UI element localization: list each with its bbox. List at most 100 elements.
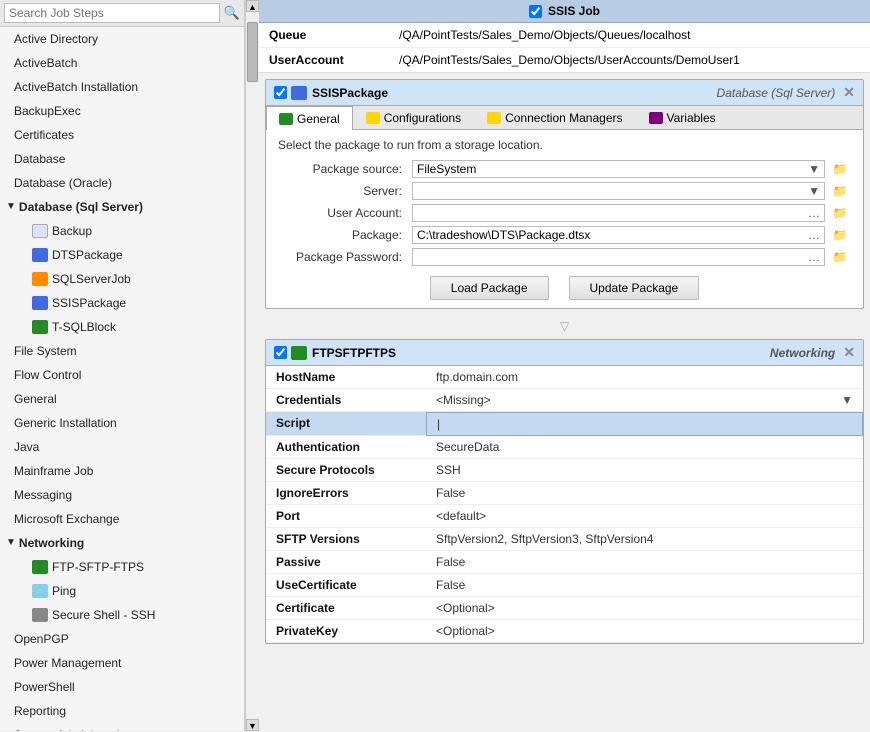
sql-icon <box>32 272 48 286</box>
sidebar-item-label: Database (Sql Server) <box>19 198 143 216</box>
sidebar-item-database-oracle[interactable]: Database (Oracle) <box>0 171 244 195</box>
scroll-down-button[interactable]: ▼ <box>246 719 259 731</box>
sidebar-item-powershell[interactable]: PowerShell <box>0 675 244 699</box>
package-folder[interactable]: 📁 <box>829 228 851 242</box>
package-password-dots-icon: … <box>808 250 820 264</box>
sidebar-item-ping[interactable]: Ping <box>0 579 244 603</box>
sidebar-item-label: General <box>14 390 57 408</box>
ftps-certificate-value: <Optional> <box>426 597 863 620</box>
server-label: Server: <box>278 184 408 198</box>
sidebar-item-system-administration[interactable]: System Administration <box>0 723 244 731</box>
package-source-folder[interactable]: 📁 <box>829 162 851 176</box>
sidebar-item-java[interactable]: Java <box>0 435 244 459</box>
server-dropdown-icon: ▼ <box>808 184 820 198</box>
ssis-package-checkbox[interactable] <box>274 86 287 99</box>
sidebar-item-label: System Administration <box>14 726 133 731</box>
sidebar-item-reporting[interactable]: Reporting <box>0 699 244 723</box>
tsql-icon <box>32 320 48 334</box>
user-account-folder[interactable]: 📁 <box>829 206 851 220</box>
script-cursor: | <box>437 417 440 431</box>
ftps-secure-protocols-label: Secure Protocols <box>266 459 426 482</box>
sidebar-item-label: File System <box>14 342 77 360</box>
sidebar-item-general[interactable]: General <box>0 387 244 411</box>
sidebar-item-ssis[interactable]: SSISPackage <box>0 291 244 315</box>
ssis-close-icon[interactable]: ✕ <box>843 84 855 101</box>
sidebar-item-label: Secure Shell - SSH <box>52 606 155 624</box>
sidebar-item-tsqlblock[interactable]: T-SQLBlock <box>0 315 244 339</box>
package-password-folder[interactable]: 📁 <box>829 250 851 264</box>
tab-connection-managers[interactable]: Connection Managers <box>474 106 635 129</box>
main-header: SSIS Job <box>259 0 870 23</box>
sidebar-item-label: OpenPGP <box>14 630 69 648</box>
sidebar-item-database-sqlserver[interactable]: ▼ Database (Sql Server) <box>0 195 244 219</box>
user-account-dots-icon: … <box>808 206 820 220</box>
sidebar-scrollbar[interactable]: ▲ ▼ <box>245 0 259 731</box>
sidebar-item-label: Power Management <box>14 654 121 672</box>
package-value: C:\tradeshow\DTS\Package.dtsx <box>417 228 808 242</box>
ftps-ignoreerrors-value: False <box>426 482 863 505</box>
expand-icon: ▽ <box>259 315 870 337</box>
tab-configurations[interactable]: Configurations <box>353 106 474 129</box>
ftps-privatekey-label: PrivateKey <box>266 620 426 643</box>
search-icon[interactable]: 🔍 <box>224 5 240 21</box>
sidebar-item-backup[interactable]: Backup <box>0 219 244 243</box>
package-source-input[interactable]: FileSystem ▼ <box>412 160 825 178</box>
ssis-icon <box>32 296 48 310</box>
sidebar-item-messaging[interactable]: Messaging <box>0 483 244 507</box>
sidebar-item-label: Microsoft Exchange <box>14 510 119 528</box>
ftps-passive-label: Passive <box>266 551 426 574</box>
sidebar-item-microsoft-exchange[interactable]: Microsoft Exchange <box>0 507 244 531</box>
dropdown-arrow-icon: ▼ <box>808 162 820 176</box>
update-package-button[interactable]: Update Package <box>569 276 700 300</box>
sidebar-item-backupexec[interactable]: BackupExec <box>0 99 244 123</box>
sidebar-item-secure-shell-ssh[interactable]: Secure Shell - SSH <box>0 603 244 627</box>
server-input[interactable]: ▼ <box>412 182 825 200</box>
sidebar-item-openpgp[interactable]: OpenPGP <box>0 627 244 651</box>
sidebar-item-certificates[interactable]: Certificates <box>0 123 244 147</box>
ftps-box: FTPSFTPFTPS Networking ✕ HostName ftp.do… <box>265 339 864 644</box>
sidebar-item-file-system[interactable]: File System <box>0 339 244 363</box>
sidebar-item-generic-installation[interactable]: Generic Installation <box>0 411 244 435</box>
sidebar-item-activebatch-installation[interactable]: ActiveBatch Installation <box>0 75 244 99</box>
ftps-credentials-value[interactable]: <Missing> ▼ <box>426 389 863 412</box>
sidebar-item-flow-control[interactable]: Flow Control <box>0 363 244 387</box>
scroll-up-button[interactable]: ▲ <box>246 0 259 12</box>
tab-variables[interactable]: Variables <box>636 106 729 129</box>
sidebar-item-ftp-sftp-ftps[interactable]: FTP-SFTP-FTPS <box>0 555 244 579</box>
sidebar-item-mainframe-job[interactable]: Mainframe Job <box>0 459 244 483</box>
ftps-script-value[interactable]: | <box>426 412 863 436</box>
sidebar-list: Active Directory ActiveBatch ActiveBatch… <box>0 27 244 731</box>
sidebar-item-database[interactable]: Database <box>0 147 244 171</box>
sidebar-item-networking[interactable]: ▼ Networking <box>0 531 244 555</box>
sidebar-item-label: Flow Control <box>14 366 81 384</box>
expand-arrow-icon: ▼ <box>6 534 16 552</box>
sidebar-item-dtspackage[interactable]: DTSPackage <box>0 243 244 267</box>
tab-configurations-icon <box>366 112 380 124</box>
sidebar-item-active-directory[interactable]: Active Directory <box>0 27 244 51</box>
package-password-input[interactable]: … <box>412 248 825 266</box>
tab-connection-managers-icon <box>487 112 501 124</box>
sidebar-item-label: Networking <box>19 534 84 552</box>
load-package-button[interactable]: Load Package <box>430 276 549 300</box>
ftps-port-value: <default> <box>426 505 863 528</box>
ftps-checkbox[interactable] <box>274 346 287 359</box>
package-folder-icon: 📁 <box>833 228 848 242</box>
sidebar-item-sqlserverjob[interactable]: SQLServerJob <box>0 267 244 291</box>
server-folder[interactable]: 📁 <box>829 184 851 198</box>
scroll-thumb[interactable] <box>247 22 258 82</box>
main-title: SSIS Job <box>548 4 600 18</box>
ftps-close-icon[interactable]: ✕ <box>843 344 855 361</box>
sidebar-item-label: SQLServerJob <box>52 270 131 288</box>
search-bar: 🔍 <box>0 0 244 27</box>
sidebar-item-activebatch[interactable]: ActiveBatch <box>0 51 244 75</box>
ssis-job-checkbox[interactable] <box>529 5 542 18</box>
ssis-buttons: Load Package Update Package <box>278 276 851 300</box>
search-input[interactable] <box>4 3 220 23</box>
sidebar-item-power-management[interactable]: Power Management <box>0 651 244 675</box>
user-account-input[interactable]: … <box>412 204 825 222</box>
ssis-package-name: SSISPackage <box>312 86 717 100</box>
package-input[interactable]: C:\tradeshow\DTS\Package.dtsx … <box>412 226 825 244</box>
ftps-auth-label: Authentication <box>266 436 426 459</box>
tab-general[interactable]: General <box>266 106 353 130</box>
dts-icon <box>32 248 48 262</box>
